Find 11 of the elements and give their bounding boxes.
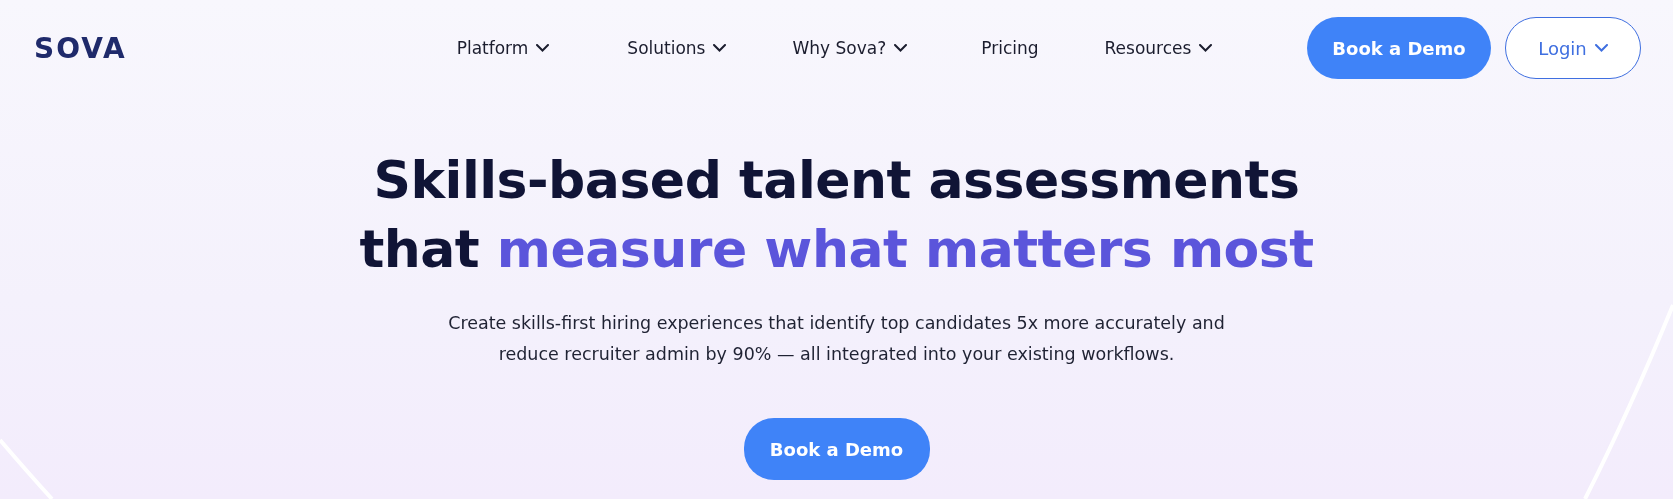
- nav-link[interactable]: Solutions: [627, 38, 727, 58]
- logo[interactable]: SOVA: [34, 31, 127, 65]
- login-button[interactable]: Login: [1505, 17, 1641, 79]
- nav-link[interactable]: Why Sova?: [792, 38, 908, 58]
- hero-subtitle: Create skills-first hiring experiences that identify top candidates 5x more accurately and reduce recruiter admin by 90% — all integrated into your existing workflows.: [448, 312, 1225, 366]
- demo-button[interactable]: Book a Demo: [743, 418, 930, 480]
- nav-link[interactable]: Pricing: [981, 38, 1039, 58]
- nav-link[interactable]: Platform: [456, 38, 550, 58]
- nav-link[interactable]: Resources: [1104, 38, 1213, 58]
- demo-button[interactable]: Book a Demo: [1307, 17, 1491, 79]
- hero-headline: Skills-based talent assessments that measure what matters most: [359, 149, 1314, 281]
